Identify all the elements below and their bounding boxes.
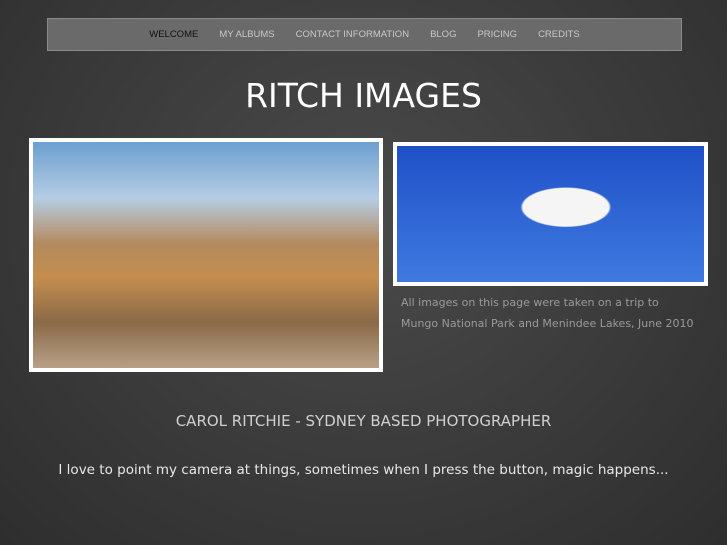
nav-pricing[interactable]: PRICING (467, 29, 528, 40)
tagline: I love to point my camera at things, som… (58, 462, 669, 478)
nav-welcome[interactable]: WELCOME (139, 29, 209, 40)
caption-line-1: All images on this page were taken on a … (401, 296, 659, 309)
nav-credits[interactable]: CREDITS (528, 29, 591, 40)
vw-beetle-photo (29, 138, 383, 372)
photo-caption: All images on this page were taken on a … (401, 292, 721, 334)
main-nav: WELCOME MY ALBUMS CONTACT INFORMATION BL… (47, 18, 682, 51)
subtitle: CAROL RITCHIE - SYDNEY BASED PHOTOGRAPHE… (175, 412, 552, 430)
cockatoo-photo (393, 142, 708, 286)
caption-line-2: Mungo National Park and Menindee Lakes, … (401, 317, 694, 330)
nav-blog[interactable]: BLOG (420, 29, 467, 40)
nav-my-albums[interactable]: MY ALBUMS (209, 29, 285, 40)
site-title: RITCH IMAGES (245, 76, 482, 115)
nav-contact-information[interactable]: CONTACT INFORMATION (285, 29, 419, 40)
